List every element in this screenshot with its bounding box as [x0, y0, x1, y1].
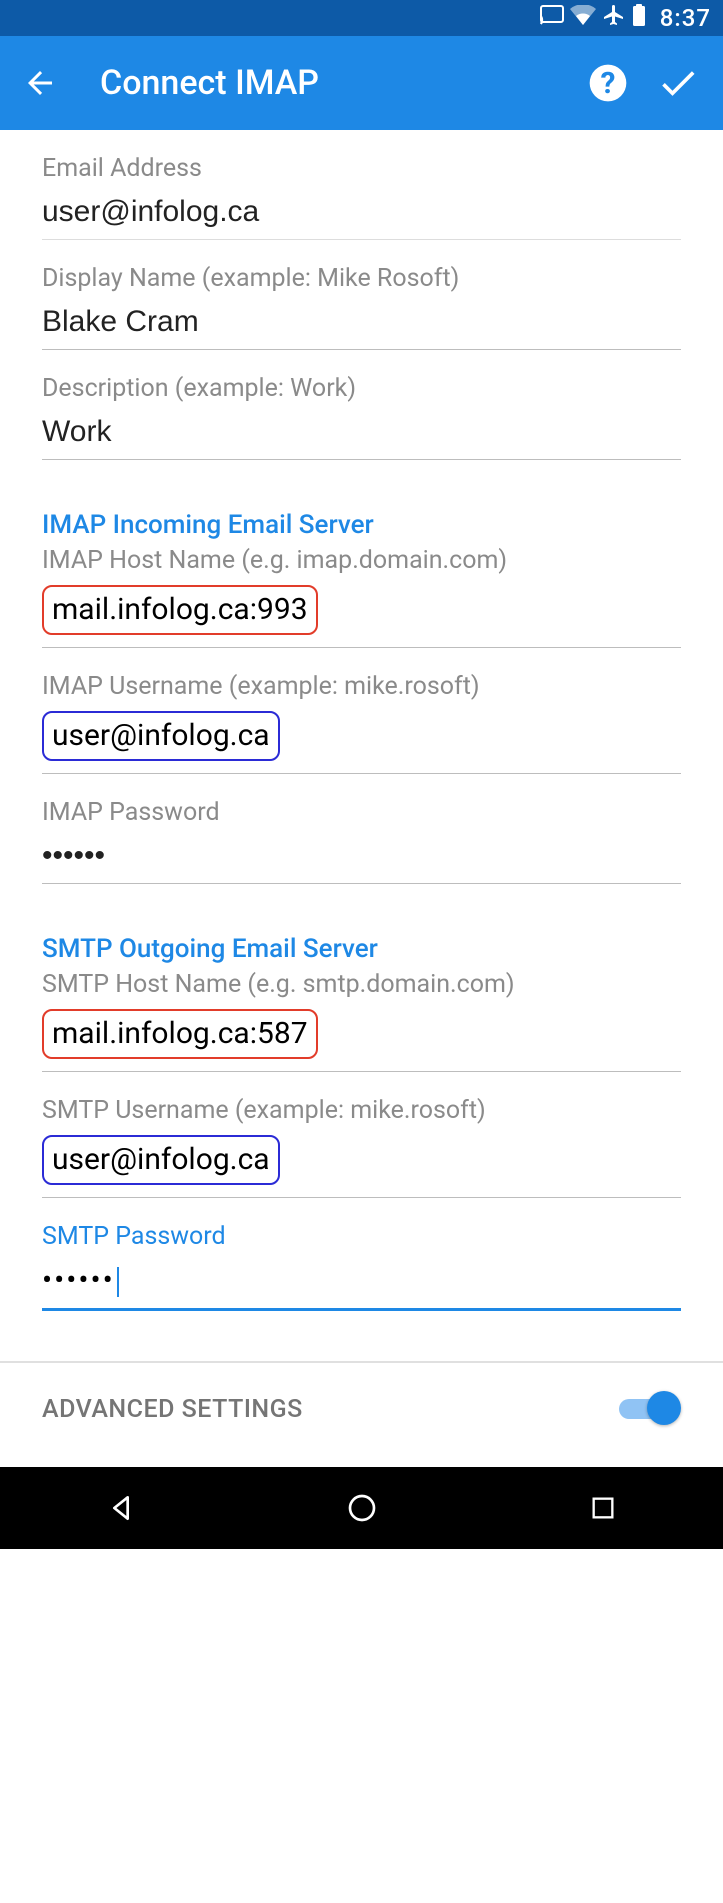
- description-label: Description (example: Work): [42, 374, 681, 403]
- help-button[interactable]: ?: [583, 58, 633, 108]
- email-input[interactable]: [42, 189, 681, 240]
- advanced-settings-toggle[interactable]: [619, 1391, 681, 1427]
- imap-user-label: IMAP Username (example: mike.rosoft): [42, 672, 681, 701]
- imap-user-input[interactable]: user@infolog.ca: [42, 711, 280, 761]
- cast-icon: [540, 5, 564, 31]
- switch-thumb: [647, 1391, 681, 1425]
- form-content: Email Address Display Name (example: Mik…: [0, 130, 723, 1311]
- smtp-host-field[interactable]: mail.infolog.ca:587: [42, 1005, 681, 1072]
- description-input[interactable]: [42, 409, 681, 460]
- status-icons: 8:37: [540, 3, 711, 33]
- email-label: Email Address: [42, 154, 681, 183]
- status-time: 8:37: [660, 4, 711, 32]
- imap-host-field[interactable]: mail.infolog.ca:993: [42, 581, 681, 648]
- smtp-user-field[interactable]: user@infolog.ca: [42, 1131, 681, 1198]
- imap-pass-field: IMAP Password: [42, 798, 681, 884]
- svg-text:?: ?: [601, 66, 616, 101]
- imap-pass-label: IMAP Password: [42, 798, 681, 827]
- page-title: Connect IMAP: [100, 63, 563, 103]
- back-button[interactable]: [20, 63, 60, 103]
- display-name-field: Display Name (example: Mike Rosoft): [42, 264, 681, 350]
- display-name-label: Display Name (example: Mike Rosoft): [42, 264, 681, 293]
- imap-host-label: IMAP Host Name (e.g. imap.domain.com): [42, 546, 681, 575]
- advanced-settings-label: ADVANCED SETTINGS: [42, 1395, 303, 1424]
- triangle-back-icon: [105, 1492, 137, 1524]
- smtp-user-input[interactable]: user@infolog.ca: [42, 1135, 280, 1185]
- description-field: Description (example: Work): [42, 374, 681, 460]
- smtp-pass-value: ••••••: [42, 1263, 115, 1298]
- check-icon: [656, 61, 700, 105]
- app-bar: Connect IMAP ?: [0, 36, 723, 130]
- nav-back-button[interactable]: [101, 1488, 141, 1528]
- wifi-icon: [570, 5, 596, 31]
- circle-home-icon: [346, 1492, 378, 1524]
- square-recent-icon: [589, 1494, 617, 1522]
- smtp-host-input[interactable]: mail.infolog.ca:587: [42, 1009, 318, 1059]
- imap-user-field[interactable]: user@infolog.ca: [42, 707, 681, 774]
- text-cursor: [117, 1267, 119, 1297]
- smtp-user-label: SMTP Username (example: mike.rosoft): [42, 1096, 681, 1125]
- nav-recent-button[interactable]: [583, 1488, 623, 1528]
- smtp-pass-input[interactable]: ••••••: [42, 1257, 681, 1311]
- email-field: Email Address: [42, 154, 681, 240]
- nav-home-button[interactable]: [342, 1488, 382, 1528]
- imap-pass-input[interactable]: [42, 833, 681, 884]
- arrow-back-icon: [22, 65, 58, 101]
- battery-icon: [632, 4, 646, 32]
- advanced-settings-row[interactable]: ADVANCED SETTINGS: [0, 1363, 723, 1467]
- help-icon: ?: [588, 63, 628, 103]
- smtp-pass-field: SMTP Password ••••••: [42, 1222, 681, 1311]
- status-bar: 8:37: [0, 0, 723, 36]
- smtp-pass-label: SMTP Password: [42, 1222, 681, 1251]
- smtp-host-label: SMTP Host Name (e.g. smtp.domain.com): [42, 970, 681, 999]
- imap-host-input[interactable]: mail.infolog.ca:993: [42, 585, 318, 635]
- confirm-button[interactable]: [653, 58, 703, 108]
- smtp-section-header: SMTP Outgoing Email Server: [42, 934, 681, 964]
- imap-section-header: IMAP Incoming Email Server: [42, 510, 681, 540]
- display-name-input[interactable]: [42, 299, 681, 350]
- navigation-bar: [0, 1467, 723, 1549]
- airplane-icon: [602, 3, 626, 33]
